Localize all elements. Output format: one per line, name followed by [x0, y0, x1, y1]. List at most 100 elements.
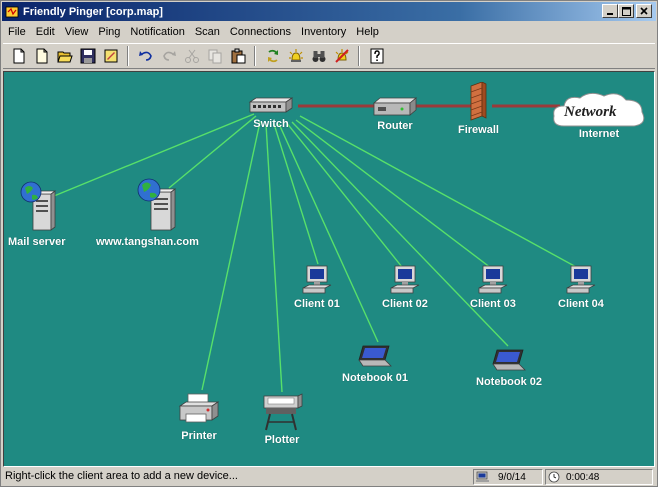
close-icon — [640, 7, 648, 15]
binoculars-icon — [312, 51, 325, 62]
copy-button[interactable] — [203, 45, 226, 67]
clipboard-icon — [231, 48, 245, 64]
ping-button[interactable] — [284, 45, 307, 67]
device-label: www.tangshan.com — [96, 236, 199, 248]
window-title: Friendly Pinger [corp.map] — [23, 5, 163, 18]
device-label: Mail server — [8, 236, 66, 248]
link-switch-notebook02 — [291, 121, 509, 347]
desktop-computer-icon — [390, 265, 420, 294]
close-button[interactable] — [636, 4, 652, 18]
clock-icon — [548, 471, 560, 483]
device-web-server[interactable]: www.tangshan.com — [96, 176, 199, 248]
device-internet[interactable]: Network Internet — [550, 90, 648, 140]
title-bar[interactable]: Friendly Pinger [corp.map] — [2, 2, 656, 21]
status-time-text: 0:00:48 — [566, 471, 600, 483]
router-icon — [372, 97, 418, 116]
menu-edit[interactable]: Edit — [31, 26, 60, 38]
status-timer: 0:00:48 — [545, 469, 653, 485]
scan-button[interactable] — [307, 45, 330, 67]
device-label: Firewall — [458, 124, 499, 136]
menu-connections[interactable]: Connections — [225, 26, 296, 38]
device-plotter[interactable]: Plotter — [260, 392, 304, 446]
properties-button[interactable] — [99, 45, 122, 67]
maximize-button[interactable] — [618, 4, 634, 18]
device-notebook-02[interactable]: Notebook 02 — [476, 348, 542, 388]
copy-icon — [208, 49, 221, 64]
device-client-03[interactable]: Client 03 — [470, 264, 516, 310]
link-switch-client03 — [295, 119, 492, 269]
toolbar-separator — [254, 46, 256, 66]
device-label: Router — [377, 120, 413, 132]
menu-file[interactable]: File — [3, 26, 31, 38]
device-label: Notebook 02 — [476, 376, 543, 388]
laptop-icon — [358, 345, 392, 367]
redo-button[interactable] — [157, 45, 180, 67]
device-client-02[interactable]: Client 02 — [382, 264, 428, 310]
menu-notification[interactable]: Notification — [125, 26, 189, 38]
desktop-computer-icon — [478, 265, 508, 294]
maximize-icon — [621, 6, 631, 16]
menu-inventory[interactable]: Inventory — [296, 26, 351, 38]
printer-icon — [178, 393, 220, 423]
device-notebook-01[interactable]: Notebook 01 — [342, 344, 408, 384]
device-label: Client 02 — [382, 298, 428, 310]
menu-help[interactable]: Help — [351, 26, 384, 38]
device-label: Client 04 — [558, 298, 604, 310]
link-switch-printer — [201, 121, 261, 391]
network-map[interactable]: Switch Router Firewall Network Internet … — [3, 71, 655, 467]
menu-bar: File Edit View Ping Notification Scan Co… — [3, 22, 655, 41]
cloud-label: Network — [564, 104, 617, 120]
laptop-icon — [492, 349, 526, 371]
window-controls — [602, 4, 652, 18]
undo-icon — [138, 51, 152, 61]
menu-view[interactable]: View — [60, 26, 94, 38]
toolbar — [3, 43, 655, 69]
device-switch[interactable]: Switch — [248, 96, 294, 130]
floppy-disk-icon — [80, 48, 95, 64]
save-button[interactable] — [76, 45, 99, 67]
device-label: Switch — [253, 118, 289, 130]
new-document-icon — [36, 48, 47, 64]
paste-button[interactable] — [226, 45, 249, 67]
new-window-button[interactable] — [30, 45, 53, 67]
minimize-button[interactable] — [602, 4, 618, 18]
device-label: Client 01 — [294, 298, 340, 310]
device-label: Notebook 01 — [342, 372, 409, 384]
server-globe-icon — [138, 178, 177, 231]
device-client-01[interactable]: Client 01 — [294, 264, 340, 310]
plotter-icon — [263, 393, 303, 431]
device-firewall[interactable]: Firewall — [458, 82, 499, 136]
minimize-icon — [607, 13, 613, 15]
undo-button[interactable] — [134, 45, 157, 67]
link-switch-plotter — [265, 123, 283, 393]
device-printer[interactable]: Printer — [176, 392, 222, 442]
stop-button[interactable] — [330, 45, 353, 67]
desktop-computer-icon — [302, 265, 332, 294]
open-button[interactable] — [53, 45, 76, 67]
device-mail-server[interactable]: Mail server — [8, 180, 65, 248]
toolbar-separator — [127, 46, 129, 66]
device-label: Client 03 — [470, 298, 516, 310]
device-label: Plotter — [264, 434, 300, 446]
desktop-computer-icon — [566, 265, 596, 294]
status-bar: Right-click the client area to add a new… — [3, 468, 655, 486]
device-router[interactable]: Router — [372, 96, 418, 132]
app-icon — [5, 6, 19, 17]
refresh-button[interactable] — [261, 45, 284, 67]
device-label: Printer — [181, 430, 217, 442]
firewall-icon — [471, 82, 487, 121]
new-map-button[interactable] — [7, 45, 30, 67]
folder-open-icon — [56, 51, 73, 63]
alarm-light-icon — [288, 49, 303, 62]
network-switch-icon — [248, 97, 294, 113]
device-client-04[interactable]: Client 04 — [558, 264, 604, 310]
help-icon — [370, 48, 383, 64]
app-window: Friendly Pinger [corp.map] File Edit Vie… — [0, 0, 658, 487]
status-hint: Right-click the client area to add a new… — [5, 470, 238, 482]
link-switch-client02 — [285, 121, 403, 268]
menu-ping[interactable]: Ping — [93, 26, 125, 38]
status-count-text: 9/0/14 — [498, 471, 526, 483]
menu-scan[interactable]: Scan — [190, 26, 225, 38]
cut-button[interactable] — [180, 45, 203, 67]
help-button[interactable] — [365, 45, 388, 67]
